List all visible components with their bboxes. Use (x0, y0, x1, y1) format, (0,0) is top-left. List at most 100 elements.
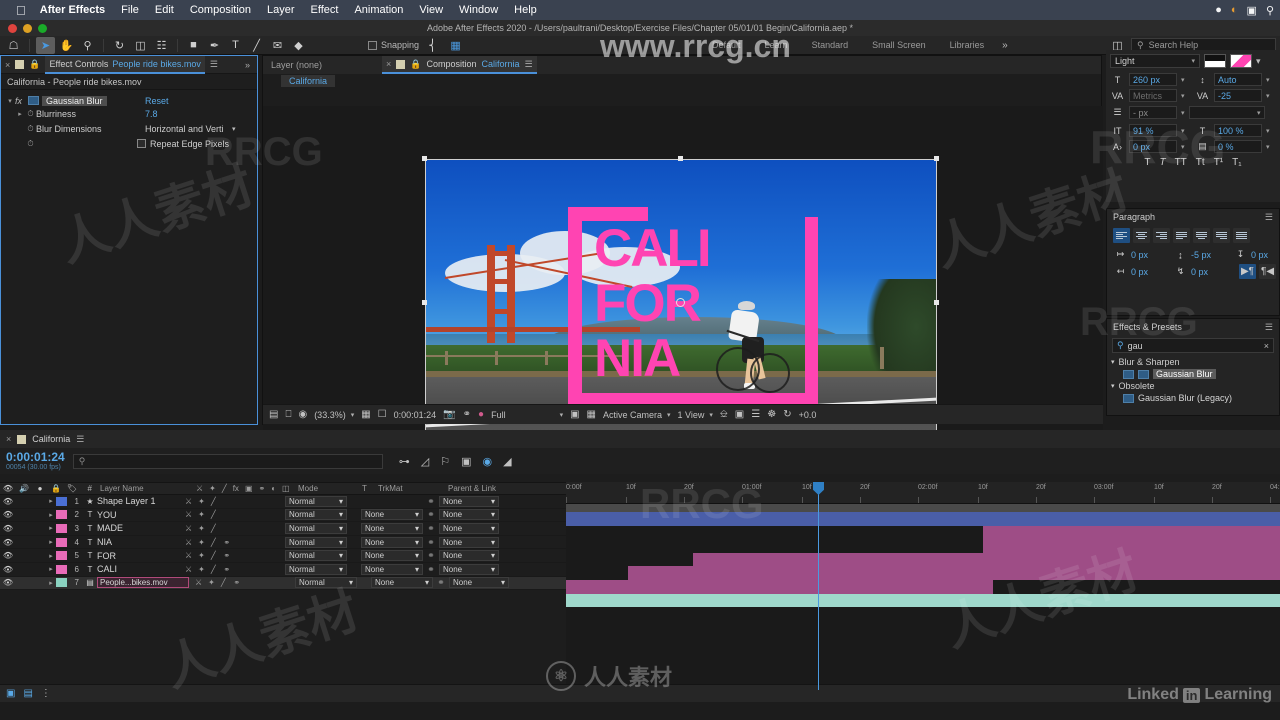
property-row-repeat-edge-pixels[interactable]: ⏱ Repeat Edge Pixels (1, 137, 257, 150)
selection-handle-tl[interactable] (422, 156, 427, 161)
twirl-right-icon[interactable]: ▸ (15, 110, 25, 118)
layer-switches[interactable]: ⚔✦╱⚭ (189, 578, 295, 587)
effect-name[interactable]: Gaussian Blur (42, 96, 107, 106)
property-row-blurriness[interactable]: ▸ ⏱ Blurriness 7.8 (1, 107, 257, 120)
layer-trkmat-select[interactable]: None▾ (361, 523, 423, 534)
layer-duration-bar[interactable] (566, 594, 1280, 608)
close-icon[interactable]: × (5, 60, 10, 70)
close-icon[interactable]: × (6, 434, 11, 444)
effect-reset-button[interactable]: Reset (145, 96, 169, 106)
effects-icon[interactable]: ⚭ (222, 551, 232, 560)
layer-trkmat-select[interactable]: None▾ (361, 509, 423, 520)
layer-parent-select[interactable]: None▾ (439, 509, 499, 520)
font-size-control[interactable]: T 260 px ▾ (1110, 73, 1191, 86)
parent-pickwhip-icon[interactable]: ⚭ (423, 496, 439, 507)
kerning-control[interactable]: VA Metrics ▾ (1110, 89, 1191, 102)
menu-help[interactable]: Help (514, 4, 537, 16)
collapse-icon[interactable]: ✦ (198, 565, 205, 574)
layer-trkmat-select[interactable]: None▾ (371, 577, 433, 588)
space-after-control[interactable]: ↯ 0 px (1173, 266, 1227, 277)
timeline-link-icon[interactable]: ☰ (751, 409, 760, 420)
collapse-icon[interactable]: ✦ (198, 510, 205, 519)
parent-pickwhip-icon[interactable]: ⚭ (423, 523, 439, 534)
kerning-value[interactable]: Metrics (1129, 89, 1177, 102)
subscript-button[interactable]: T₁ (1232, 157, 1241, 168)
timeline-graph-area[interactable]: 0:00f10f20f01:00f10f20f02:00f10f20f03:00… (566, 482, 1280, 690)
collapse-icon[interactable]: ✦ (198, 538, 205, 547)
align-left-button[interactable] (1113, 228, 1130, 243)
fill-color-swatch[interactable] (1204, 54, 1226, 68)
layer-parent-select[interactable]: None▾ (439, 496, 499, 507)
rotation-tool-icon[interactable]: ↻ (110, 37, 129, 54)
effects-group-obsolete[interactable]: ▾ Obsolete (1107, 380, 1279, 392)
space-before-value[interactable]: -5 px (1191, 250, 1227, 260)
menu-window[interactable]: Window (459, 4, 498, 16)
shy-icon[interactable]: ⚔ (185, 510, 192, 519)
stroke-style-select[interactable]: ▾ (1189, 106, 1265, 119)
parent-pickwhip-icon[interactable]: ⚭ (433, 577, 449, 588)
anchor-point-icon[interactable] (676, 298, 685, 307)
tab-layer-none[interactable]: Layer (none) (271, 60, 322, 70)
video-toggle-icon[interactable]: 👁 (0, 578, 16, 587)
indent-right-value[interactable]: 0 px (1131, 267, 1167, 277)
eraser-tool-icon[interactable]: ◆ (289, 37, 308, 54)
layer-switches[interactable]: ⚔✦╱ (179, 510, 285, 519)
twirl-down-icon[interactable]: ▾ (5, 97, 15, 105)
ltr-direction-button[interactable]: ▶¶ (1239, 264, 1256, 279)
layer-name[interactable]: MADE (97, 523, 179, 533)
quality-icon[interactable]: ╱ (211, 497, 216, 506)
layer-label-swatch[interactable] (56, 565, 67, 574)
video-toggle-icon[interactable]: 👁 (0, 565, 16, 574)
workspace-learn[interactable]: Learn (753, 38, 800, 52)
video-toggle-icon[interactable]: 👁 (0, 524, 16, 533)
camera-tool-icon[interactable]: ◫ (131, 37, 150, 54)
effects-icon[interactable] (222, 524, 232, 533)
layer-parent-select[interactable]: None▾ (439, 550, 499, 561)
maximize-window-button[interactable] (38, 24, 47, 33)
layer-parent-select[interactable]: None▾ (439, 523, 499, 534)
vertical-scale-value[interactable]: 91 % (1129, 124, 1177, 137)
horizontal-scale-control[interactable]: T 100 % ▾ (1195, 124, 1276, 137)
layer-trkmat-select[interactable]: None▾ (361, 550, 423, 561)
twirl-down-icon[interactable]: ▾ (1111, 382, 1115, 390)
chevron-down-icon[interactable]: ▾ (1181, 143, 1185, 151)
chevron-down-icon[interactable]: ▾ (1181, 127, 1185, 135)
table-row[interactable]: 👁▸6TCALI⚔✦╱⚭Normal▾None▾⚭None▾ (0, 563, 566, 577)
twirl-right-icon[interactable]: ▸ (46, 579, 56, 587)
twirl-right-icon[interactable]: ▸ (46, 524, 56, 532)
toggle-switches-modes-icon[interactable]: ▣ (6, 688, 15, 699)
search-icon[interactable]: ⚲ (1266, 4, 1274, 17)
layer-switches[interactable]: ⚔✦╱ (179, 497, 285, 506)
layer-mode-select[interactable]: Normal▾ (285, 537, 347, 548)
effects-icon[interactable] (222, 510, 232, 519)
layer-duration-bar[interactable] (983, 526, 1280, 540)
selection-handle-ml[interactable] (422, 300, 427, 305)
chevron-down-icon[interactable]: ▾ (1266, 127, 1270, 135)
table-row[interactable]: 👁▸1★Shape Layer 1⚔✦╱Normal▾▾⚭None▾ (0, 495, 566, 509)
pan-behind-tool-icon[interactable]: ☷ (152, 37, 171, 54)
timecode-display[interactable]: 0:00:01:24 00054 (30.00 fps) (6, 451, 65, 471)
indent-left-control[interactable]: ↦ 0 px (1113, 249, 1167, 260)
table-row[interactable]: 👁▸2TYOU⚔✦╱Normal▾None▾⚭None▾ (0, 509, 566, 523)
hand-tool-icon[interactable]: ✋ (57, 37, 76, 54)
comp-timecode[interactable]: 0:00:01:24 (394, 410, 437, 420)
work-area-bar[interactable] (566, 504, 1280, 512)
baseline-shift-value[interactable]: 0 px (1129, 140, 1177, 153)
faux-italic-button[interactable]: T (1159, 157, 1165, 168)
menu-view[interactable]: View (419, 4, 443, 16)
indent-right-control[interactable]: ↤ 0 px (1113, 266, 1167, 277)
resolution-dropdown[interactable]: Full ▾ (491, 410, 563, 420)
quality-icon[interactable]: ╱ (211, 551, 216, 560)
layer-name-column-header[interactable]: Layer Name (96, 484, 192, 493)
shy-icon[interactable]: ⚔ (195, 578, 202, 587)
shy-icon[interactable]: ⚔ (185, 551, 192, 560)
collapse-icon[interactable]: ✦ (198, 524, 205, 533)
tab-composition-california[interactable]: × 🔒 Composition California ☰ (382, 56, 537, 74)
parent-pickwhip-icon[interactable]: ⚭ (423, 537, 439, 548)
tracking-control[interactable]: VA -25 ▾ (1195, 89, 1276, 102)
effects-group-blur-sharpen[interactable]: ▾ Blur & Sharpen (1107, 356, 1279, 368)
twirl-right-icon[interactable]: ▸ (46, 497, 56, 505)
effect-item-gaussian-blur-legacy[interactable]: Gaussian Blur (Legacy) (1107, 392, 1279, 404)
show-snapshot-icon[interactable]: ⚭ (463, 409, 471, 420)
tracking-value[interactable]: -25 (1214, 89, 1262, 102)
